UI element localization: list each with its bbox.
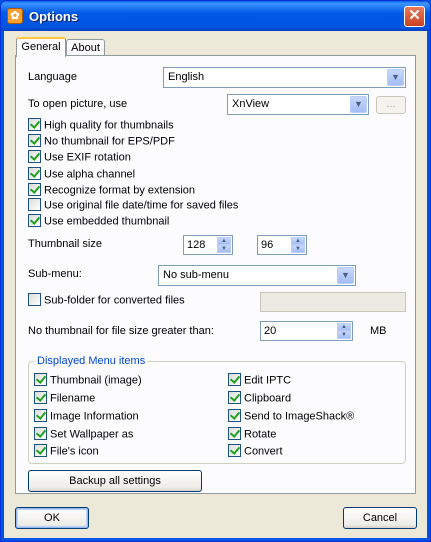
checkbox-checked-icon[interactable] (28, 183, 41, 196)
menu-item-clipboard[interactable]: Clipboard (228, 391, 292, 406)
checkbox-checked-icon[interactable] (28, 134, 41, 147)
spin-up-icon[interactable]: ▲ (217, 237, 231, 245)
option-recognize-format[interactable]: Recognize format by extension (28, 183, 196, 198)
menu-item-label: Clipboard (244, 392, 292, 405)
option-label: Recognize format by extension (44, 184, 196, 197)
option-label: Use alpha channel (44, 168, 136, 181)
language-label: Language (28, 71, 77, 83)
thumbnail-width-value: 128 (187, 239, 206, 251)
menu-item-label: Thumbnail (image) (50, 374, 142, 387)
window-frame-left (1, 31, 4, 541)
thumbnail-size-label: Thumbnail size (28, 238, 102, 250)
open-with-select[interactable]: XnView ▼ (227, 94, 369, 115)
no-thumbnail-size-unit: MB (370, 325, 387, 337)
subfolder-label: Sub-folder for converted files (44, 294, 185, 307)
checkbox-checked-icon[interactable] (228, 373, 241, 386)
no-thumbnail-size-value: 20 (264, 325, 277, 337)
menu-item-label: Send to ImageShack® (244, 410, 355, 423)
checkbox-checked-icon[interactable] (34, 409, 47, 422)
menu-item-thumbnail-image[interactable]: Thumbnail (image) (34, 373, 142, 388)
browse-button[interactable]: ... (376, 96, 406, 114)
app-icon: ✿ (7, 8, 23, 24)
subfolder-checkbox[interactable]: Sub-folder for converted files (28, 293, 185, 308)
checkbox-checked-icon[interactable] (34, 427, 47, 440)
spin-up-icon[interactable]: ▲ (291, 237, 305, 245)
cancel-button[interactable]: Cancel (343, 507, 417, 529)
option-high-quality-thumbnails[interactable]: High quality for thumbnails (28, 118, 174, 133)
subfolder-input (260, 292, 406, 312)
menu-item-set-wallpaper[interactable]: Set Wallpaper as (34, 427, 134, 442)
menu-item-edit-iptc[interactable]: Edit IPTC (228, 373, 292, 388)
option-label: Use embedded thumbnail (44, 215, 170, 228)
menu-item-label: Image Information (50, 410, 139, 423)
title-bar[interactable]: ✿ Options ✕ (1, 1, 430, 31)
tab-general[interactable]: General (16, 37, 66, 57)
chevron-down-icon[interactable]: ▼ (387, 69, 404, 86)
option-use-alpha-channel[interactable]: Use alpha channel (28, 167, 136, 182)
checkbox-checked-icon[interactable] (228, 444, 241, 457)
backup-settings-button[interactable]: Backup all settings (28, 470, 202, 492)
checkbox-checked-icon[interactable] (34, 444, 47, 457)
chevron-down-icon[interactable]: ▼ (350, 96, 367, 113)
menu-item-label: File's icon (50, 445, 99, 458)
menu-item-files-icon[interactable]: File's icon (34, 444, 99, 459)
option-label: High quality for thumbnails (44, 119, 174, 132)
submenu-value: No sub-menu (163, 269, 230, 281)
spin-down-icon[interactable]: ▼ (337, 331, 351, 339)
menu-item-label: Convert (244, 445, 283, 458)
checkbox-checked-icon[interactable] (228, 409, 241, 422)
option-label: Use EXIF rotation (44, 151, 131, 164)
submenu-label: Sub-menu: (28, 268, 82, 280)
checkbox-checked-icon[interactable] (34, 391, 47, 404)
close-button[interactable]: ✕ (404, 6, 425, 27)
checkbox-checked-icon[interactable] (34, 373, 47, 386)
spin-down-icon[interactable]: ▼ (291, 245, 305, 253)
menu-item-label: Set Wallpaper as (50, 428, 134, 441)
option-label: No thumbnail for EPS/PDF (44, 135, 175, 148)
window-frame-bottom (1, 538, 430, 541)
no-thumbnail-size-label: No thumbnail for file size greater than: (28, 325, 214, 337)
menu-item-image-information[interactable]: Image Information (34, 409, 139, 424)
open-with-value: XnView (232, 98, 270, 110)
window-title: Options (29, 9, 79, 24)
checkbox-checked-icon[interactable] (28, 167, 41, 180)
spin-down-icon[interactable]: ▼ (217, 245, 231, 253)
spin-up-icon[interactable]: ▲ (337, 323, 351, 331)
window-frame-right (427, 31, 430, 541)
menu-item-rotate[interactable]: Rotate (228, 427, 277, 442)
menu-item-label: Rotate (244, 428, 277, 441)
menu-item-label: Filename (50, 392, 96, 405)
checkbox-checked-icon[interactable] (28, 214, 41, 227)
ok-button[interactable]: OK (15, 507, 89, 529)
thumbnail-height-value: 96 (261, 239, 274, 251)
options-dialog: ✿ Options ✕ General About Language Engli… (0, 0, 431, 542)
checkbox-checked-icon[interactable] (228, 427, 241, 440)
language-select[interactable]: English ▼ (163, 67, 406, 88)
option-label: Use original file date/time for saved fi… (44, 199, 239, 212)
menu-item-convert[interactable]: Convert (228, 444, 283, 459)
checkbox-unchecked-icon[interactable] (28, 293, 41, 306)
chevron-down-icon[interactable]: ▼ (337, 267, 354, 284)
checkbox-unchecked-icon[interactable] (28, 198, 41, 211)
language-value: English (168, 71, 205, 83)
thumbnail-width-stepper[interactable]: 128 ▲ ▼ (183, 235, 233, 255)
option-use-original-file-date[interactable]: Use original file date/time for saved fi… (28, 198, 239, 213)
option-use-embedded-thumbnail[interactable]: Use embedded thumbnail (28, 214, 170, 229)
open-with-label: To open picture, use (28, 98, 128, 110)
checkbox-checked-icon[interactable] (228, 391, 241, 404)
menu-item-send-to-imageshack[interactable]: Send to ImageShack® (228, 409, 355, 424)
thumbnail-height-stepper[interactable]: 96 ▲ ▼ (257, 235, 307, 255)
submenu-select[interactable]: No sub-menu ▼ (158, 265, 356, 286)
menu-item-filename[interactable]: Filename (34, 391, 96, 406)
no-thumbnail-size-stepper[interactable]: 20 ▲ ▼ (260, 321, 353, 341)
option-no-thumbnail-eps-pdf[interactable]: No thumbnail for EPS/PDF (28, 134, 175, 149)
displayed-menu-items-title: Displayed Menu items (34, 355, 149, 367)
option-use-exif-rotation[interactable]: Use EXIF rotation (28, 150, 131, 165)
checkbox-checked-icon[interactable] (28, 150, 41, 163)
checkbox-checked-icon[interactable] (28, 118, 41, 131)
menu-item-label: Edit IPTC (244, 374, 292, 387)
